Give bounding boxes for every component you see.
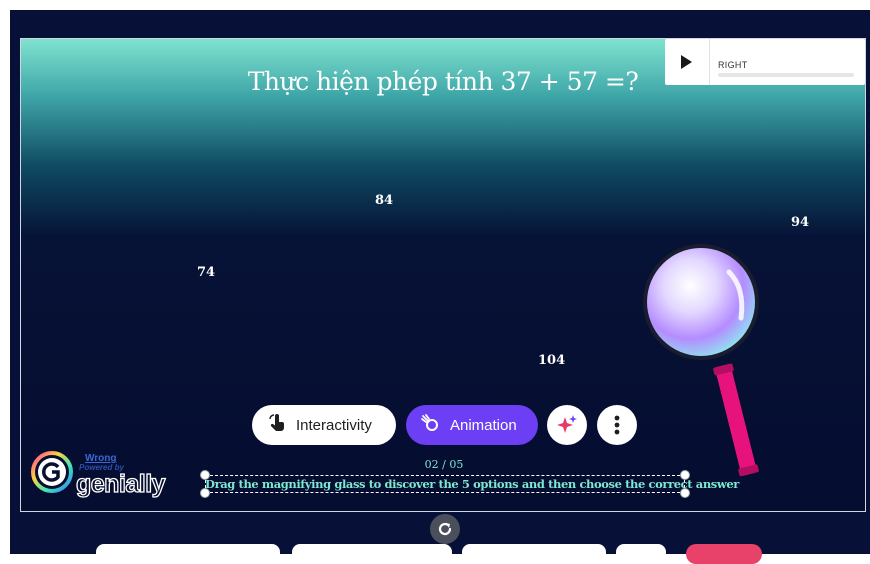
resize-handle-top-left[interactable]	[200, 470, 210, 480]
slide-canvas: Thực hiện phép tính 37 + 57 =? 84 94 74 …	[20, 38, 866, 512]
animation-button[interactable]: Animation	[406, 405, 538, 445]
bottom-toolbar-button-4[interactable]	[616, 544, 666, 564]
genially-logo-icon	[31, 451, 73, 493]
animation-icon	[420, 413, 440, 437]
resize-handle-top-right[interactable]	[680, 470, 690, 480]
player-divider	[709, 39, 710, 85]
ai-magic-button[interactable]	[547, 405, 587, 445]
audio-player: RIGHT	[665, 39, 865, 85]
option-74[interactable]: 74	[197, 265, 215, 280]
resize-handle-bottom-left[interactable]	[200, 488, 210, 498]
magnifying-glass-icon[interactable]	[641, 244, 771, 484]
bottom-toolbar-button-3[interactable]	[462, 544, 606, 564]
refresh-icon	[438, 522, 452, 536]
option-84[interactable]: 84	[375, 193, 393, 208]
pointer-hand-icon	[268, 414, 286, 436]
question-counter: 02 / 05	[424, 458, 464, 471]
option-104[interactable]: 104	[538, 353, 565, 368]
more-vertical-icon	[614, 415, 620, 435]
resize-handle-bottom-right[interactable]	[680, 488, 690, 498]
animation-label: Animation	[450, 416, 517, 434]
player-progress-bar[interactable]	[718, 73, 854, 77]
bottom-toolbar-button-2[interactable]	[292, 544, 452, 564]
player-label: RIGHT	[718, 60, 748, 70]
interactivity-button[interactable]: Interactivity	[252, 405, 396, 445]
option-94[interactable]: 94	[791, 215, 809, 230]
play-icon[interactable]	[681, 55, 692, 69]
more-options-button[interactable]	[597, 405, 637, 445]
brand-name: genially	[75, 469, 166, 498]
bottom-toolbar-button-5[interactable]	[686, 544, 762, 564]
interactivity-label: Interactivity	[296, 416, 372, 434]
instruction-text: Drag the magnifying glass to discover th…	[205, 477, 739, 491]
bottom-toolbar-button-1[interactable]	[96, 544, 280, 564]
sparkle-icon	[557, 415, 577, 433]
rotate-handle[interactable]	[430, 514, 460, 544]
